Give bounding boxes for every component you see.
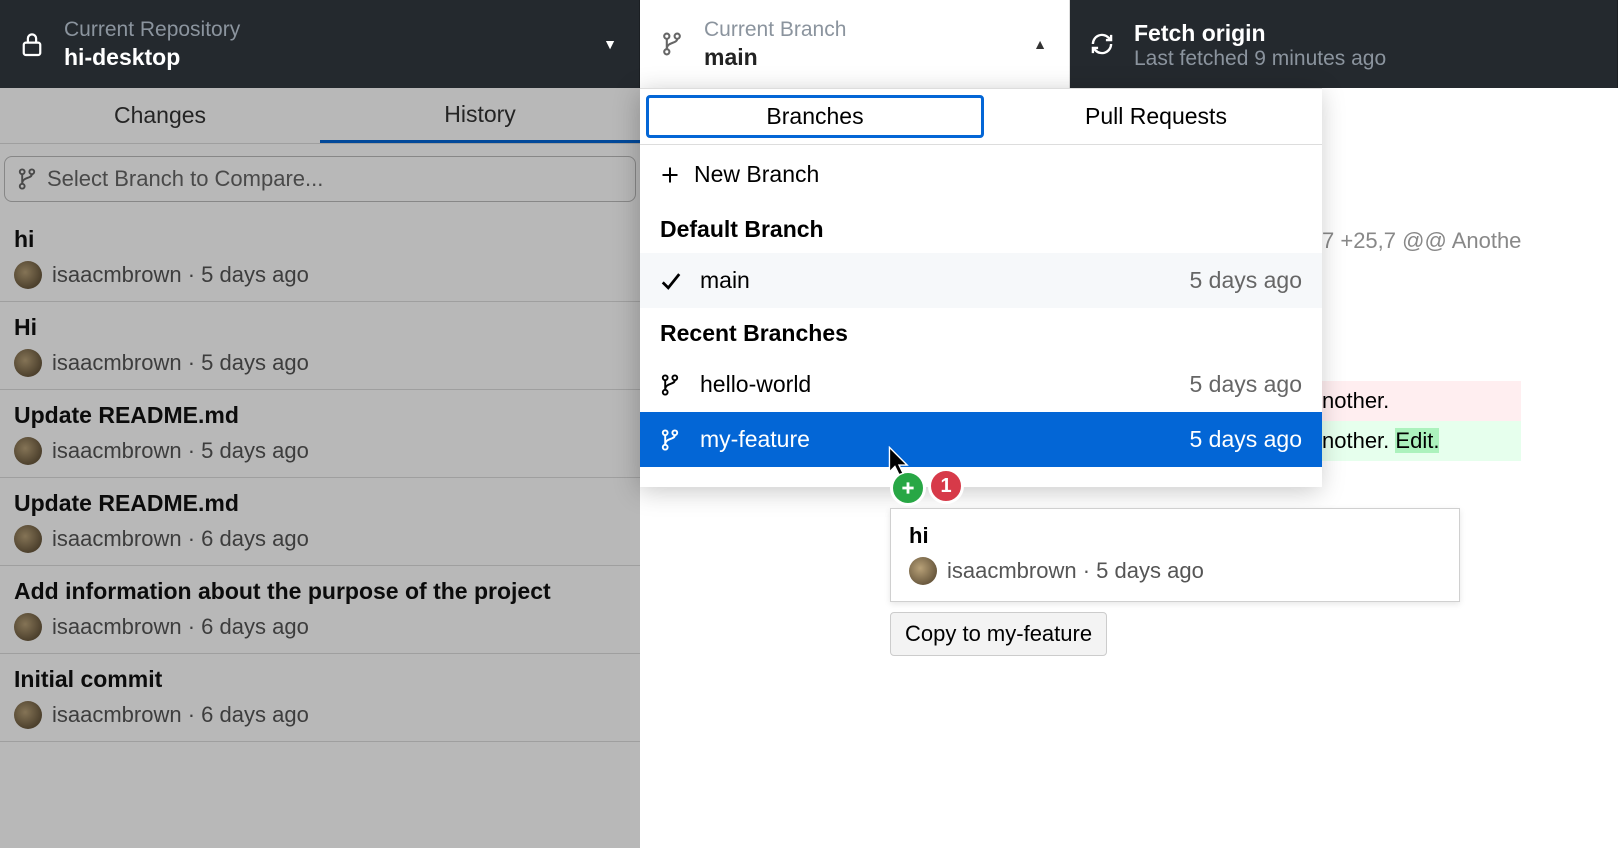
repo-label: Current Repository	[64, 18, 240, 42]
commit-title: Initial commit	[14, 666, 626, 693]
count-badge: 1	[928, 468, 964, 504]
commit-title: Add information about the purpose of the…	[14, 578, 626, 605]
commit-row[interactable]: Update README.mdisaacmbrown · 5 days ago	[0, 390, 640, 478]
tab-history[interactable]: History	[320, 88, 640, 143]
branch-dropdown: Branches Pull Requests New Branch Defaul…	[640, 88, 1322, 487]
new-branch-button[interactable]: New Branch	[640, 145, 1322, 204]
lock-icon	[18, 30, 46, 58]
commit-row[interactable]: Update README.mdisaacmbrown · 6 days ago	[0, 478, 640, 566]
branch-icon	[658, 30, 686, 58]
commit-title: Update README.md	[14, 490, 626, 517]
drop-tooltip: Copy to my-feature	[890, 612, 1107, 656]
commit-row[interactable]: hiisaacmbrown · 5 days ago	[0, 214, 640, 302]
tab-branches[interactable]: Branches	[646, 95, 984, 138]
history-sidebar: Changes History Select Branch to Compare…	[0, 88, 640, 848]
diff-hunk-header: 7 +25,7 @@ Anothe	[1322, 221, 1521, 261]
drag-commit-title: hi	[909, 523, 1441, 549]
avatar	[14, 701, 42, 729]
section-default-branch: Default Branch	[640, 204, 1322, 253]
commit-title: hi	[14, 226, 626, 253]
commit-time: 5 days ago	[201, 438, 309, 464]
branch-row-hello-world[interactable]: hello-world 5 days ago	[640, 357, 1322, 412]
tab-pull-requests[interactable]: Pull Requests	[990, 89, 1322, 144]
commit-author: isaacmbrown	[52, 438, 182, 464]
drag-preview-card: hi isaacmbrown · 5 days ago	[890, 508, 1460, 602]
section-recent-branches: Recent Branches	[640, 308, 1322, 357]
commit-title: Update README.md	[14, 402, 626, 429]
fetch-title: Fetch origin	[1134, 20, 1386, 47]
compare-placeholder: Select Branch to Compare...	[47, 166, 323, 192]
check-icon	[660, 270, 686, 292]
top-bar: Current Repository hi-desktop ▼ Current …	[0, 0, 1618, 88]
commit-row[interactable]: Initial commitisaacmbrown · 6 days ago	[0, 654, 640, 742]
avatar	[909, 557, 937, 585]
commit-time: 6 days ago	[201, 614, 309, 640]
commit-author: isaacmbrown	[52, 262, 182, 288]
branch-row-main[interactable]: main 5 days ago	[640, 253, 1322, 308]
avatar	[14, 613, 42, 641]
commit-author: isaacmbrown	[52, 526, 182, 552]
avatar	[14, 349, 42, 377]
branch-name: main	[704, 44, 846, 71]
branch-icon	[660, 428, 686, 452]
commit-time: 5 days ago	[201, 350, 309, 376]
commit-row[interactable]: Hiisaacmbrown · 5 days ago	[0, 302, 640, 390]
commit-time: 5 days ago	[201, 262, 309, 288]
commit-title: Hi	[14, 314, 626, 341]
compare-branch-input[interactable]: Select Branch to Compare...	[4, 156, 636, 202]
fetch-button[interactable]: Fetch origin Last fetched 9 minutes ago	[1070, 0, 1618, 88]
commit-author: isaacmbrown	[52, 350, 182, 376]
tab-changes[interactable]: Changes	[0, 88, 320, 143]
commit-author: isaacmbrown	[52, 702, 182, 728]
fetch-sub: Last fetched 9 minutes ago	[1134, 47, 1386, 71]
commit-time: 6 days ago	[201, 526, 309, 552]
branch-selector[interactable]: Current Branch main ▲	[640, 0, 1070, 88]
chevron-up-icon: ▲	[1033, 36, 1047, 52]
sync-icon	[1088, 30, 1116, 58]
repo-selector[interactable]: Current Repository hi-desktop ▼	[0, 0, 640, 88]
commit-row[interactable]: Add information about the purpose of the…	[0, 566, 640, 654]
branch-icon	[660, 373, 686, 397]
diff-preview: 7 +25,7 @@ Anothe nother. nother. Edit.	[1322, 221, 1521, 461]
avatar	[14, 261, 42, 289]
avatar	[14, 525, 42, 553]
repo-name: hi-desktop	[64, 44, 240, 71]
branch-label: Current Branch	[704, 18, 846, 42]
avatar	[14, 437, 42, 465]
commit-author: isaacmbrown	[52, 614, 182, 640]
chevron-down-icon: ▼	[603, 36, 617, 52]
cursor-icon	[887, 446, 911, 481]
branch-row-my-feature[interactable]: my-feature 5 days ago	[640, 412, 1322, 467]
commit-time: 6 days ago	[201, 702, 309, 728]
